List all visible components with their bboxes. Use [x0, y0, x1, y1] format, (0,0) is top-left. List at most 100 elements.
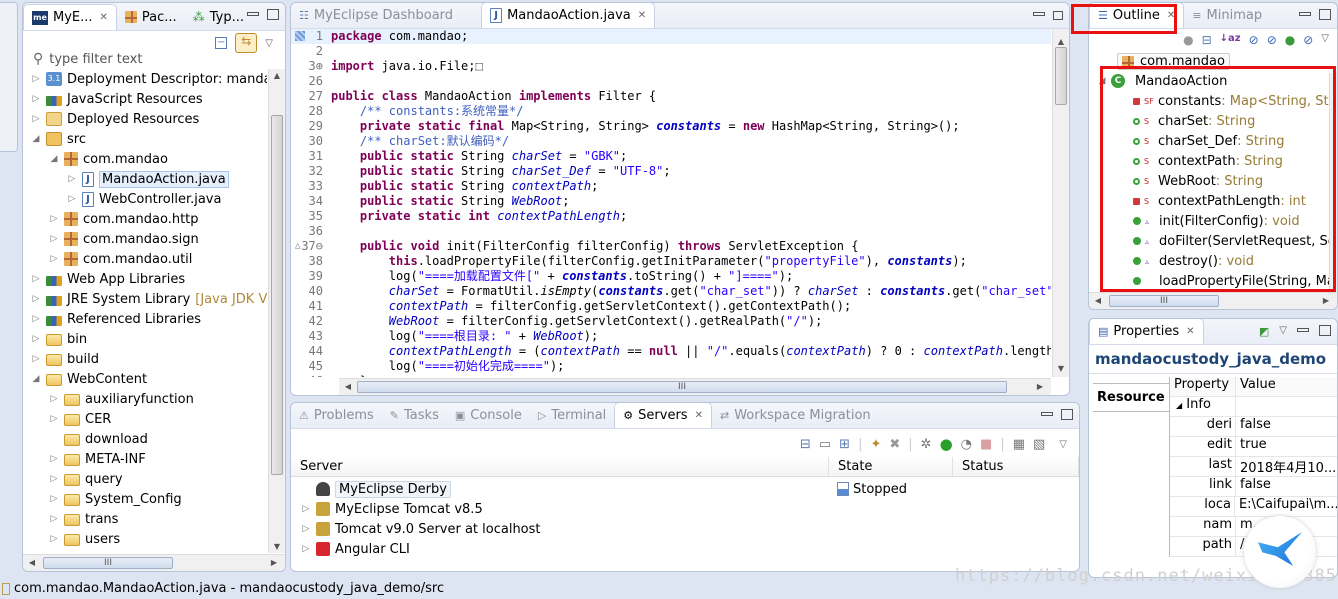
collapse-all-icon[interactable]: ⊟: [800, 437, 811, 452]
editor-horizontal-scrollbar[interactable]: ◀ III ▶: [339, 378, 1051, 395]
property-row[interactable]: link false: [1170, 477, 1337, 497]
explorer-vertical-scrollbar[interactable]: ▲ ▼: [268, 69, 285, 553]
code-line[interactable]: 28 /** constants:系统常量*/: [291, 104, 1051, 119]
minimize-button[interactable]: [1299, 12, 1311, 16]
tab-type-hierarchy[interactable]: ⁂ Typ...: [185, 4, 252, 30]
code-line[interactable]: 46 }: [291, 374, 1051, 377]
stop-server-icon[interactable]: ■: [980, 437, 992, 452]
tree-item[interactable]: ▷ J WebController.java: [23, 189, 267, 209]
tree-item[interactable]: ▷ auxiliaryfunction: [23, 389, 267, 409]
outline-member[interactable]: loadPropertyFile(String, Ma: [1097, 271, 1335, 291]
tab-myeclipse-dashboard[interactable]: ☷ MyEclipse Dashboard: [291, 3, 461, 28]
tab-terminal[interactable]: ▷ Terminal: [530, 403, 614, 428]
expanded-arrow-icon[interactable]: ◢: [1097, 76, 1107, 86]
collapse-all-icon[interactable]: −: [215, 37, 228, 49]
server-row[interactable]: ▷ MyEclipse Tomcat v8.5: [301, 499, 1079, 519]
outline-member[interactable]: ▵ init(FilterConfig) : void: [1097, 211, 1323, 231]
scroll-thumb[interactable]: III: [357, 381, 1007, 393]
tree-item[interactable]: ▷ CER: [23, 409, 267, 429]
tab-package-explorer[interactable]: Pac...: [117, 4, 185, 30]
outline-member[interactable]: S WebRoot : String: [1097, 171, 1323, 191]
close-icon[interactable]: ✕: [695, 410, 703, 421]
collapsed-arrow-icon[interactable]: ▷: [49, 514, 59, 524]
collapsed-arrow-icon[interactable]: ▷: [49, 394, 59, 404]
tab-project-explorer[interactable]: me MyE... ✕: [23, 4, 117, 30]
property-row[interactable]: last 2018年4月10...: [1170, 457, 1337, 477]
code-line[interactable]: 38 this.loadPropertyFile(filterConfig.ge…: [291, 254, 1051, 269]
code-editor[interactable]: 1 package com.mandao; 2 3⊕ import java.io.Fi…: [291, 29, 1051, 377]
collapsed-arrow-icon[interactable]: ▷: [49, 454, 59, 464]
code-line[interactable]: 36: [291, 224, 1051, 239]
tree-item[interactable]: ◢ WebContent: [23, 369, 267, 389]
outline-package[interactable]: com.mandao: [1117, 53, 1230, 70]
new-server-icon[interactable]: ✦: [870, 437, 881, 452]
sort-icon[interactable]: ↓az: [1220, 33, 1241, 47]
collapsed-arrow-icon[interactable]: ▷: [49, 234, 59, 244]
tab-tasks[interactable]: ✎ Tasks: [382, 403, 447, 428]
collapsed-arrow-icon[interactable]: ▷: [31, 114, 41, 124]
outline-member[interactable]: ScontextPathLength : int: [1097, 191, 1323, 211]
maximize-button[interactable]: [267, 9, 279, 20]
code-line[interactable]: 35 private static int contextPathLength;: [291, 209, 1051, 224]
close-icon[interactable]: ✕: [638, 10, 646, 21]
expanded-arrow-icon[interactable]: ◢: [31, 374, 41, 384]
clean-icon[interactable]: ▧: [1033, 437, 1045, 452]
collapsed-arrow-icon[interactable]: ▷: [49, 494, 59, 504]
collapsed-arrow-icon[interactable]: ▷: [31, 74, 41, 84]
scroll-thumb[interactable]: III: [43, 557, 173, 569]
view-menu-icon[interactable]: ▽: [1059, 439, 1067, 450]
tree-item[interactable]: ▷ Web App Libraries: [23, 269, 267, 289]
tree-item[interactable]: ▷ System_Config: [23, 489, 267, 509]
outline-member[interactable]: ScharSet_Def : String: [1097, 131, 1323, 151]
code-line[interactable]: 33 public static String contextPath;: [291, 179, 1051, 194]
code-line[interactable]: 3⊕ import java.io.File;⬚: [291, 59, 1051, 74]
code-line[interactable]: 32 public static String charSet_Def = "U…: [291, 164, 1051, 179]
tree-item[interactable]: ▷ users: [23, 529, 267, 549]
tree-item[interactable]: ▷ J MandaoAction.java: [23, 169, 267, 189]
editor-vertical-scrollbar[interactable]: ▲ ▼: [1052, 29, 1069, 377]
scroll-down-arrow[interactable]: ▼: [270, 542, 284, 551]
code-line[interactable]: 45 log("====初始化完成====");: [291, 359, 1051, 374]
collapsed-arrow-icon[interactable]: ▷: [301, 504, 311, 514]
scroll-right-arrow[interactable]: ▶: [1033, 382, 1047, 391]
filter-field[interactable]: ⚲ type filter text: [33, 51, 142, 67]
minimize-button[interactable]: [247, 12, 259, 16]
tree-item[interactable]: ▷WEB-INF: [23, 549, 267, 554]
collapsed-arrow-icon[interactable]: ▷: [49, 214, 59, 224]
profile-icon[interactable]: ◔: [961, 437, 972, 452]
code-line[interactable]: 39 log("====加载配置文件[" + constants.toStrin…: [291, 269, 1051, 284]
hide-fields-icon[interactable]: ⊘: [1249, 33, 1259, 47]
column-header-value[interactable]: Value: [1236, 377, 1276, 396]
tab-console[interactable]: ▣ Console: [447, 403, 530, 428]
tree-item[interactable]: ▷ com.mandao.sign: [23, 229, 267, 249]
collapsed-arrow-icon[interactable]: ▷: [31, 354, 41, 364]
collapsed-arrow-icon[interactable]: ▷: [31, 274, 41, 284]
tab-mandaoaction-java[interactable]: J MandaoAction.java ✕: [481, 3, 656, 28]
focus-icon[interactable]: ●: [1183, 33, 1193, 47]
tree-item[interactable]: ▷ com.mandao.http: [23, 209, 267, 229]
outline-member[interactable]: ScontextPath : String: [1097, 151, 1323, 171]
column-header-server[interactable]: Server: [291, 457, 829, 476]
start-server-icon[interactable]: ●: [940, 435, 953, 453]
server-row[interactable]: ▷ Angular CLI: [301, 539, 1079, 559]
outline-horizontal-scrollbar[interactable]: ◀ III ▶: [1089, 292, 1337, 309]
property-row[interactable]: edit true: [1170, 437, 1337, 457]
property-row[interactable]: deri false: [1170, 417, 1337, 437]
minimize-button[interactable]: [1033, 12, 1045, 16]
tree-item[interactable]: ▷ JavaScript Resources: [23, 89, 267, 109]
scroll-down-arrow[interactable]: ▼: [1054, 364, 1068, 373]
code-line[interactable]: 26: [291, 74, 1051, 89]
code-line[interactable]: 30 /** charSet:默认编码*/: [291, 134, 1051, 149]
server-row[interactable]: MyEclipse Derby Stopped: [301, 479, 1079, 499]
outline-member[interactable]: SF constants : Map<String, Stri: [1097, 91, 1337, 111]
scroll-right-arrow[interactable]: ▶: [1319, 296, 1333, 305]
tree-item[interactable]: ▷ 3.1 Deployment Descriptor: manda: [23, 69, 267, 89]
explorer-horizontal-scrollbar[interactable]: ◀ III ▶: [23, 554, 285, 571]
console-icon[interactable]: ▭: [819, 437, 831, 452]
code-line[interactable]: 27 public class MandaoAction implements F…: [291, 89, 1051, 104]
scroll-left-arrow[interactable]: ◀: [341, 382, 355, 391]
collapsed-arrow-icon[interactable]: ▷: [67, 174, 77, 184]
expanded-arrow-icon[interactable]: ◢: [49, 154, 59, 164]
collapsed-arrow-icon[interactable]: ▷: [31, 314, 41, 324]
close-icon[interactable]: ✕: [1186, 326, 1194, 337]
